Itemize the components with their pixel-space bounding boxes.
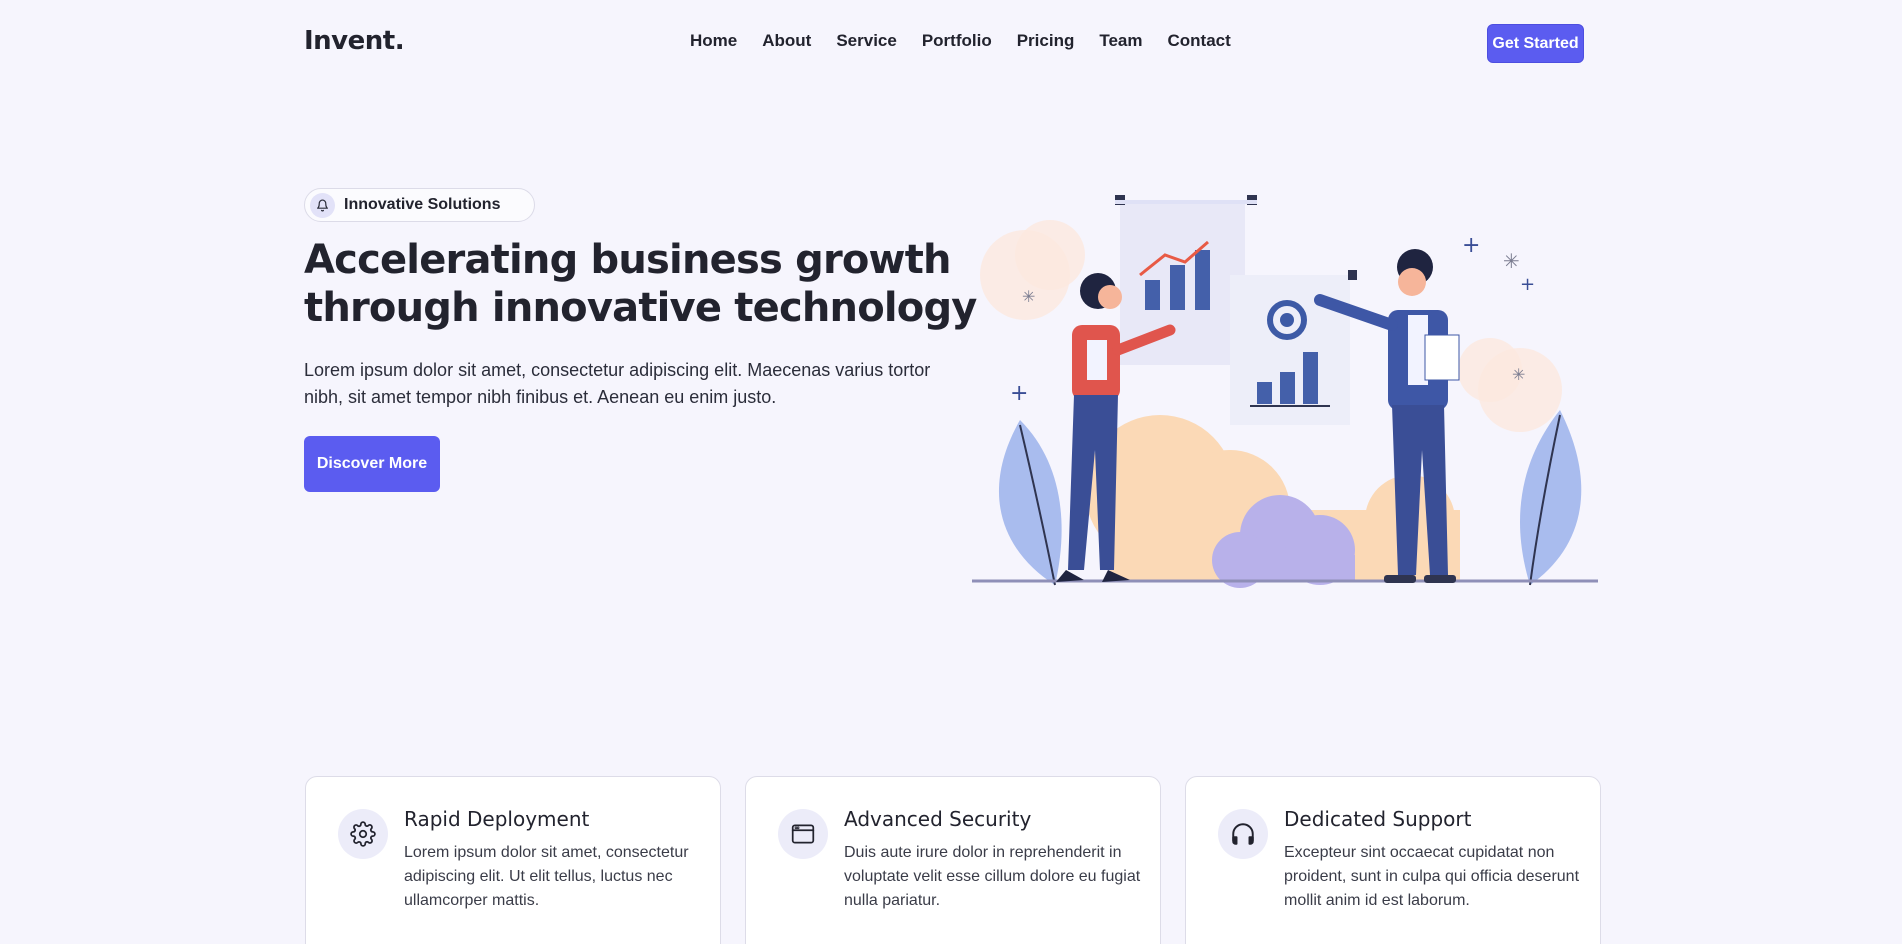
get-started-button[interactable]: Get Started bbox=[1487, 24, 1584, 63]
nav-item-team[interactable]: Team bbox=[1099, 31, 1142, 51]
nav-item-home[interactable]: Home bbox=[690, 31, 737, 51]
nav-item-portfolio[interactable]: Portfolio bbox=[922, 31, 992, 51]
logo[interactable]: Invent. bbox=[304, 26, 405, 56]
feature-card-dedicated-support: Dedicated Support Excepteur sint occaeca… bbox=[1185, 776, 1601, 944]
gear-icon bbox=[338, 809, 388, 859]
feature-description: Excepteur sint occaecat cupidatat non pr… bbox=[1284, 844, 1580, 909]
nav-item-service[interactable]: Service bbox=[836, 31, 897, 51]
feature-title: Rapid Deployment bbox=[404, 807, 590, 831]
badge-label: Innovative Solutions bbox=[344, 196, 501, 213]
feature-card-advanced-security: Advanced Security Duis aute irure dolor … bbox=[745, 776, 1161, 944]
feature-card-rapid-deployment: Rapid Deployment Lorem ipsum dolor sit a… bbox=[305, 776, 721, 944]
headset-icon bbox=[1218, 809, 1268, 859]
svg-text:✳: ✳ bbox=[1022, 287, 1035, 306]
discover-more-button[interactable]: Discover More bbox=[304, 436, 440, 492]
business-growth-illustration: + + + ✳ ✳ ✳ bbox=[972, 195, 1598, 588]
feature-description: Lorem ipsum dolor sit amet, consectetur … bbox=[404, 844, 689, 909]
svg-text:+: + bbox=[1010, 381, 1028, 406]
main-nav: Home About Service Portfolio Pricing Tea… bbox=[690, 31, 1231, 51]
svg-text:+: + bbox=[1462, 233, 1480, 258]
browser-window-icon bbox=[778, 809, 828, 859]
hero-title: Accelerating business growth through inn… bbox=[304, 237, 977, 331]
nav-item-pricing[interactable]: Pricing bbox=[1017, 31, 1075, 51]
nav-item-about[interactable]: About bbox=[762, 31, 811, 51]
svg-text:✳: ✳ bbox=[1512, 365, 1525, 384]
bell-icon bbox=[310, 192, 335, 218]
hero-badge: Innovative Solutions bbox=[304, 188, 535, 222]
svg-text:+: + bbox=[1520, 274, 1535, 295]
nav-item-contact[interactable]: Contact bbox=[1168, 31, 1231, 51]
feature-title: Advanced Security bbox=[844, 807, 1032, 831]
feature-title: Dedicated Support bbox=[1284, 807, 1472, 831]
svg-text:✳: ✳ bbox=[1503, 249, 1520, 273]
hero-description: Lorem ipsum dolor sit amet, consectetur … bbox=[304, 360, 931, 407]
feature-description: Duis aute irure dolor in reprehenderit i… bbox=[844, 844, 1141, 909]
